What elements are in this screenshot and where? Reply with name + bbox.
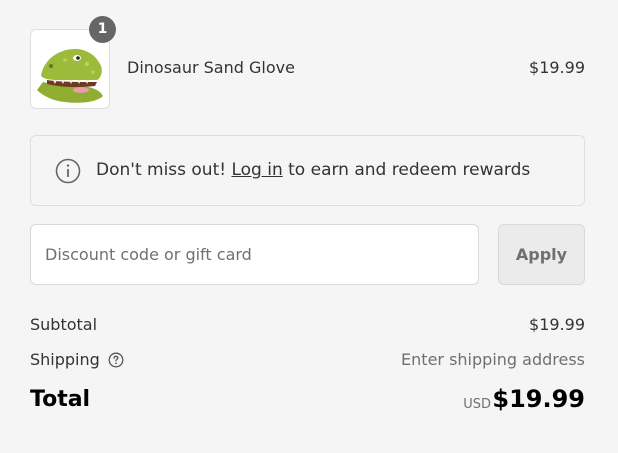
question-circle-icon[interactable] [108,352,124,368]
product-price: $19.99 [529,58,585,77]
rewards-text-after: to earn and redeem rewards [282,160,531,180]
product-name: Dinosaur Sand Glove [127,58,295,77]
info-icon [55,158,81,184]
log-in-link[interactable]: Log in [231,160,282,180]
apply-button[interactable]: Apply [498,224,585,285]
total-value: $19.99 [492,385,585,413]
shipping-value: Enter shipping address [401,350,585,369]
line-item: 1 Dinosaur Sand Glove $19.99 [30,16,585,109]
subtotal-value: $19.99 [529,315,585,334]
rewards-message: Don't miss out! Log in to earn and redee… [96,160,530,180]
product-thumbnail-wrapper: 1 [30,16,116,109]
total-label: Total [30,387,91,412]
subtotal-label: Subtotal [30,315,98,334]
currency-code: USD [463,397,491,412]
rewards-text-before: Don't miss out! [96,160,232,180]
shipping-label: Shipping [30,350,100,369]
discount-code-input[interactable] [30,224,479,285]
quantity-badge: 1 [89,16,116,43]
rewards-banner: Don't miss out! Log in to earn and redee… [30,135,585,206]
